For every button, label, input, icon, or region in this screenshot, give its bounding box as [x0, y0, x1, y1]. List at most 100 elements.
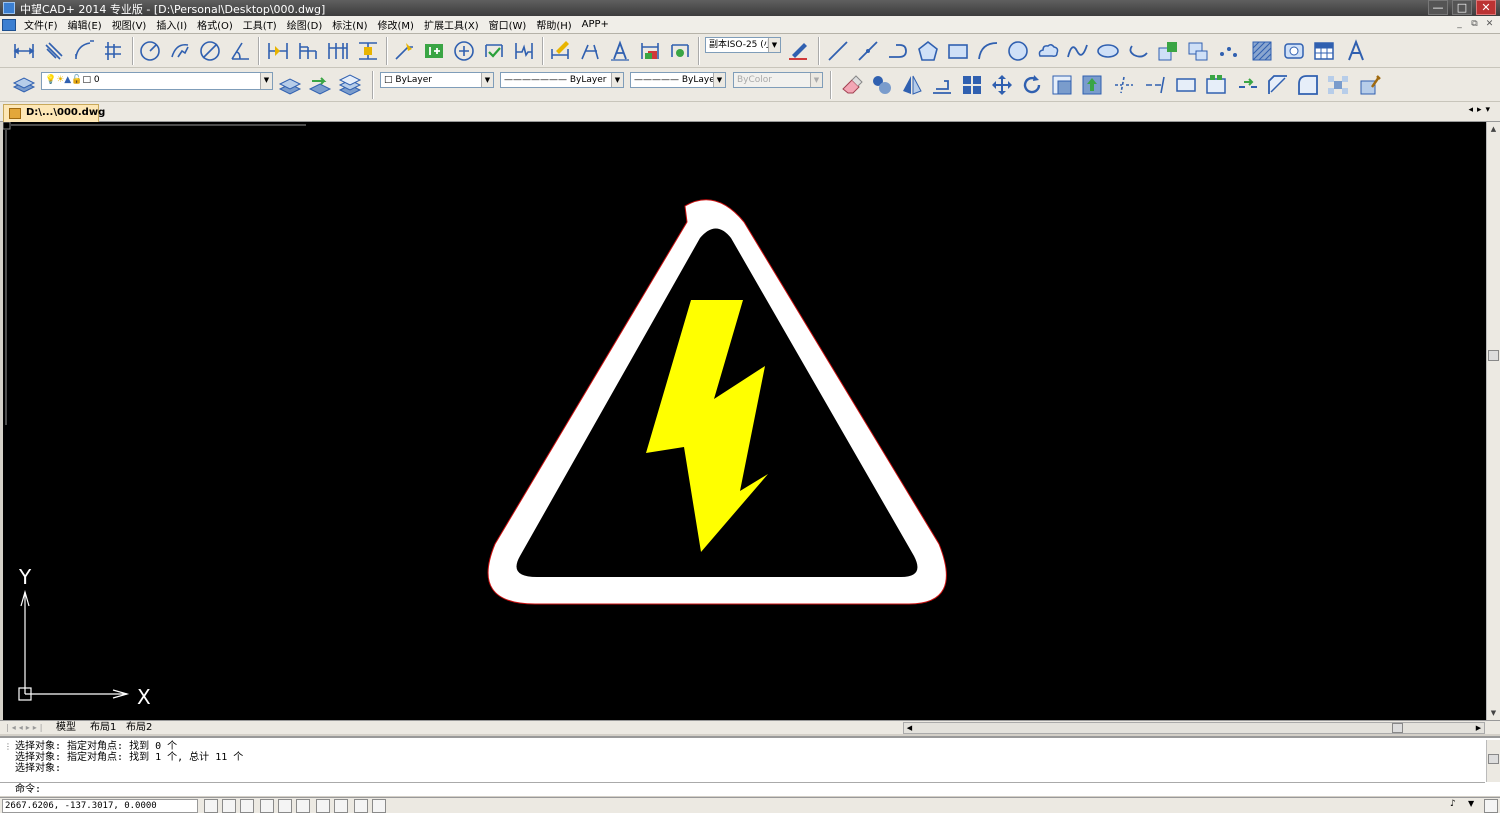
- layer-select[interactable]: 💡☀▲🔓□ 0 ▼: [41, 72, 273, 90]
- polygon-icon[interactable]: [916, 39, 940, 63]
- rectangle-icon[interactable]: [946, 39, 970, 63]
- make-block-icon[interactable]: [1186, 39, 1210, 63]
- jogged-dimension-icon[interactable]: [168, 39, 192, 63]
- grid-toggle-icon[interactable]: [222, 799, 236, 813]
- menu-dimension[interactable]: 标注(N): [327, 17, 372, 32]
- continue-dimension-icon[interactable]: [326, 39, 350, 63]
- scroll-right-arrow-icon[interactable]: ▶: [1473, 723, 1484, 733]
- ortho-toggle-icon[interactable]: [240, 799, 254, 813]
- arc-icon[interactable]: [976, 39, 1000, 63]
- menu-file[interactable]: 文件(F): [19, 17, 63, 32]
- join-icon[interactable]: [1236, 73, 1260, 97]
- erase-icon[interactable]: [840, 73, 864, 97]
- drawing-canvas[interactable]: Y X: [3, 122, 1486, 720]
- center-mark-icon[interactable]: [452, 39, 476, 63]
- command-window-grip-icon[interactable]: ⋮: [4, 742, 12, 751]
- dimension-style-select[interactable]: 副本ISO-25 (小 ▼: [705, 37, 781, 53]
- trim-icon[interactable]: [1112, 73, 1136, 97]
- scroll-down-arrow-icon[interactable]: ▼: [1488, 707, 1499, 719]
- break-icon[interactable]: [1204, 73, 1228, 97]
- menu-format[interactable]: 格式(O): [192, 17, 238, 32]
- ordinate-dimension-icon[interactable]: [102, 39, 126, 63]
- tolerance-icon[interactable]: [422, 39, 446, 63]
- menu-app-plus[interactable]: APP+: [577, 19, 614, 30]
- stretch-icon[interactable]: [1080, 73, 1104, 97]
- insert-block-icon[interactable]: [1156, 39, 1180, 63]
- tab-layout1[interactable]: 布局1: [90, 721, 116, 734]
- dimension-text-edit-icon[interactable]: [578, 39, 602, 63]
- scroll-up-arrow-icon[interactable]: ▲: [1488, 123, 1499, 135]
- otrack-toggle-icon[interactable]: [296, 799, 310, 813]
- tab-navigation[interactable]: ◂▸▾: [1468, 105, 1494, 115]
- angular-dimension-icon[interactable]: [228, 39, 252, 63]
- close-button[interactable]: ✕: [1476, 0, 1496, 15]
- copy-object-icon[interactable]: [870, 73, 894, 97]
- explode-icon[interactable]: [1326, 73, 1350, 97]
- lineweight-select[interactable]: ————— ByLayer ▼: [630, 72, 726, 88]
- menu-edit[interactable]: 编辑(E): [63, 17, 107, 32]
- layer-states-icon[interactable]: [338, 73, 362, 97]
- snap-toggle-icon[interactable]: [204, 799, 218, 813]
- document-menu-icon[interactable]: [2, 18, 16, 31]
- text-style-icon[interactable]: [608, 39, 632, 63]
- spline-icon[interactable]: [1066, 39, 1090, 63]
- status-menu-chevron-icon[interactable]: ▼: [1468, 799, 1482, 813]
- tab-layout2[interactable]: 布局2: [126, 721, 152, 734]
- maximize-button[interactable]: □: [1452, 0, 1472, 15]
- vertical-scroll-thumb[interactable]: [1488, 350, 1499, 361]
- inspection-icon[interactable]: [482, 39, 506, 63]
- quick-dimension-icon[interactable]: [266, 39, 290, 63]
- jogged-linear-icon[interactable]: [512, 39, 536, 63]
- offset-icon[interactable]: [930, 73, 954, 97]
- ellipse-icon[interactable]: [1096, 39, 1120, 63]
- polyline-icon[interactable]: [886, 39, 910, 63]
- menu-view[interactable]: 视图(V): [107, 17, 152, 32]
- quick-properties-toggle-icon[interactable]: [372, 799, 386, 813]
- horizontal-scrollbar[interactable]: ◀ ▶: [903, 722, 1485, 734]
- scale-icon[interactable]: [1050, 73, 1074, 97]
- command-scrollbar[interactable]: [1486, 740, 1500, 782]
- diameter-dimension-icon[interactable]: [198, 39, 222, 63]
- document-tab[interactable]: D:\...\000.dwg: [3, 104, 105, 122]
- table-icon[interactable]: [1312, 39, 1336, 63]
- make-object-layer-current-icon[interactable]: [278, 73, 302, 97]
- color-select[interactable]: □ ByLayer ▼: [380, 72, 494, 88]
- scroll-left-arrow-icon[interactable]: ◀: [904, 723, 915, 733]
- point-icon[interactable]: [1216, 39, 1240, 63]
- match-properties-icon[interactable]: [1358, 73, 1382, 97]
- menu-express-tools[interactable]: 扩展工具(X): [419, 17, 484, 32]
- mirror-icon[interactable]: [900, 73, 924, 97]
- polar-toggle-icon[interactable]: [260, 799, 274, 813]
- osnap-toggle-icon[interactable]: [278, 799, 292, 813]
- rotate-icon[interactable]: [1020, 73, 1044, 97]
- dimension-space-icon[interactable]: [356, 39, 380, 63]
- chamfer-icon[interactable]: [1266, 73, 1290, 97]
- layer-previous-icon[interactable]: [308, 73, 332, 97]
- layer-manager-icon[interactable]: [12, 73, 36, 97]
- radius-dimension-icon[interactable]: [138, 39, 162, 63]
- doc-close-button[interactable]: ✕: [1483, 18, 1496, 30]
- linetype-select[interactable]: ——————— ByLayer ▼: [500, 72, 624, 88]
- menu-insert[interactable]: 插入(I): [151, 17, 192, 32]
- dimension-update-icon[interactable]: [638, 39, 662, 63]
- menu-draw[interactable]: 绘图(D): [282, 17, 328, 32]
- menu-modify[interactable]: 修改(M): [373, 17, 419, 32]
- revision-cloud-icon[interactable]: [1036, 39, 1060, 63]
- dimension-style-manager-icon[interactable]: [786, 39, 810, 63]
- aligned-dimension-icon[interactable]: [42, 39, 66, 63]
- dynamic-ucs-toggle-icon[interactable]: [316, 799, 330, 813]
- vertical-scrollbar[interactable]: ▲ ▼: [1486, 122, 1500, 720]
- leader-icon[interactable]: [392, 39, 416, 63]
- break-at-point-icon[interactable]: [1174, 73, 1198, 97]
- command-input[interactable]: 命令:: [0, 782, 1485, 796]
- clean-screen-icon[interactable]: [1484, 799, 1498, 813]
- model-space-toggle-icon[interactable]: [354, 799, 368, 813]
- doc-minimize-button[interactable]: _: [1453, 18, 1466, 30]
- dimension-edit-icon[interactable]: [548, 39, 572, 63]
- region-icon[interactable]: [1282, 39, 1306, 63]
- construction-line-icon[interactable]: [856, 39, 880, 63]
- lineweight-toggle-icon[interactable]: [334, 799, 348, 813]
- menu-window[interactable]: 窗口(W): [484, 17, 532, 32]
- circle-icon[interactable]: [1006, 39, 1030, 63]
- ellipse-arc-icon[interactable]: [1126, 39, 1150, 63]
